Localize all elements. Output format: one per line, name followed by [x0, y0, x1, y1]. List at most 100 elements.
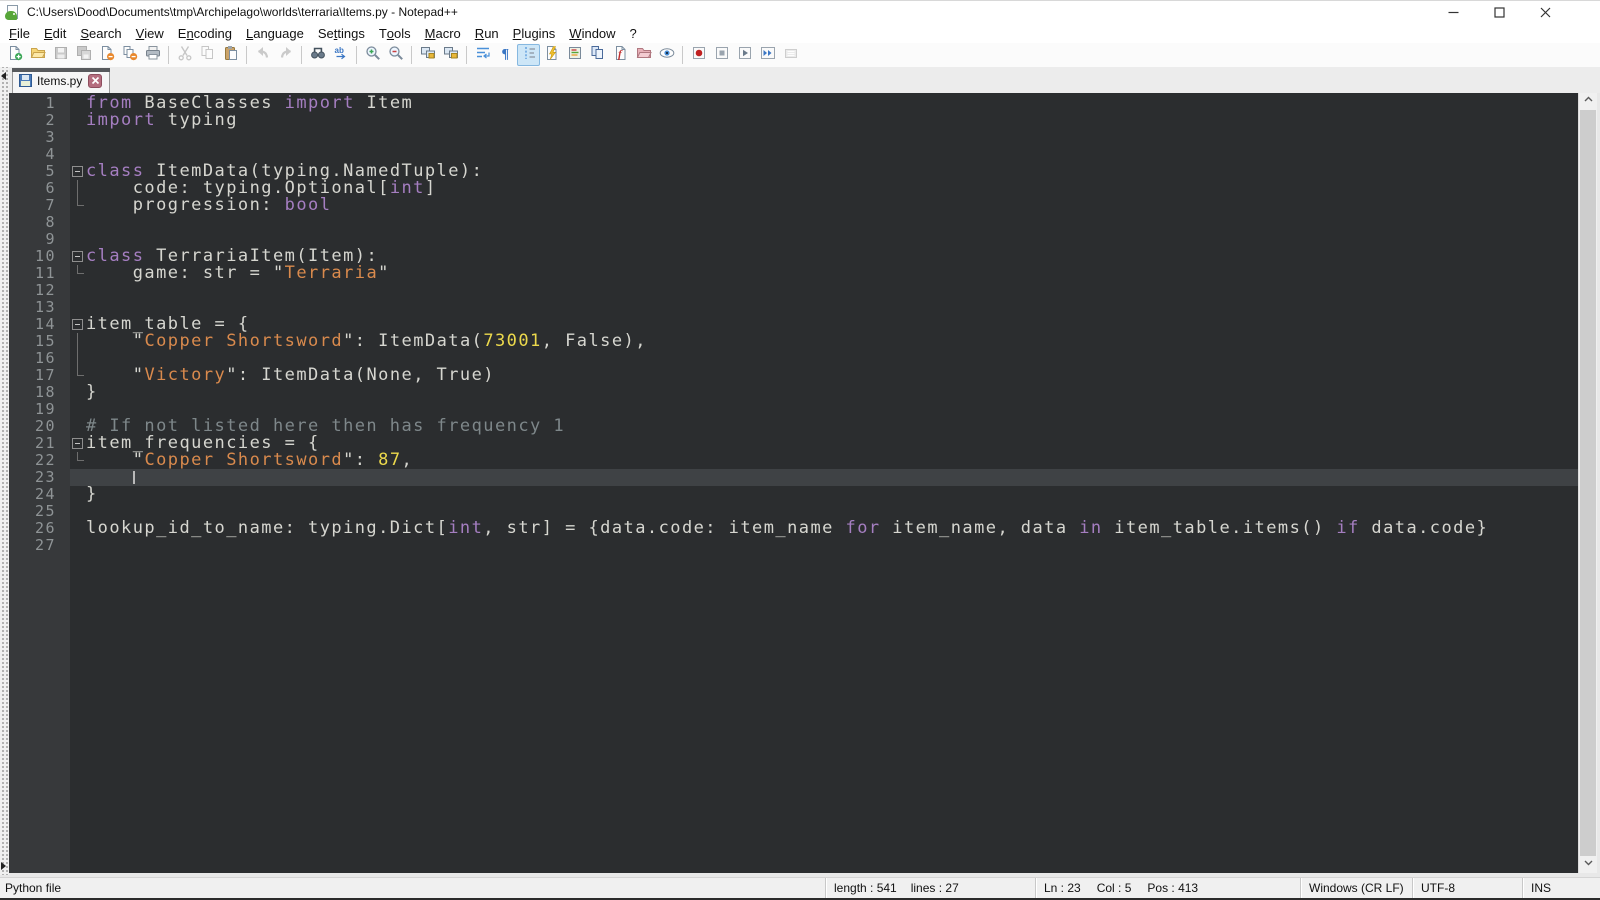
- menu-bar: FileEditSearchViewEncodingLanguageSettin…: [0, 23, 1600, 43]
- replace-button[interactable]: ab: [329, 44, 352, 66]
- open-button[interactable]: [26, 44, 49, 66]
- fold-margin: [70, 265, 86, 282]
- code-line-8[interactable]: 8: [9, 214, 1578, 231]
- menu-item-settings[interactable]: Settings: [311, 23, 372, 43]
- code-line-12[interactable]: 12: [9, 282, 1578, 299]
- zoom-in-button[interactable]: [361, 44, 384, 66]
- macro-stop-button[interactable]: [710, 44, 733, 66]
- fold-toggle[interactable]: [70, 163, 86, 180]
- code-line-15[interactable]: 15 "Copper Shortsword": ItemData(73001, …: [9, 333, 1578, 350]
- tab-bar: Items.py: [9, 67, 1600, 93]
- show-indent-guide-button[interactable]: [517, 44, 540, 66]
- function-list-button[interactable]: f: [609, 44, 632, 66]
- redo-button[interactable]: [274, 44, 297, 66]
- menu-item-plugins[interactable]: Plugins: [506, 23, 563, 43]
- tab-label: Items.py: [37, 74, 82, 88]
- fold-toggle[interactable]: [70, 316, 86, 333]
- zoom-out-button[interactable]: [384, 44, 407, 66]
- menu-item-macro[interactable]: Macro: [418, 23, 468, 43]
- close-icon: [91, 76, 100, 85]
- paste-button[interactable]: [219, 44, 242, 66]
- menu-item-file[interactable]: File: [2, 23, 37, 43]
- code-line-1[interactable]: 1from BaseClasses import Item: [9, 95, 1578, 112]
- fold-margin: [70, 418, 86, 435]
- folder-as-workspace-button[interactable]: [632, 44, 655, 66]
- find-button[interactable]: [306, 44, 329, 66]
- toolbar-separator: [462, 45, 471, 65]
- fold-margin: [70, 112, 86, 129]
- code-line-2[interactable]: 2import typing: [9, 112, 1578, 129]
- document-list-button[interactable]: [586, 44, 609, 66]
- menu-item-edit[interactable]: Edit: [37, 23, 73, 43]
- menu-item-window[interactable]: Window: [562, 23, 622, 43]
- maximize-button[interactable]: [1476, 1, 1522, 23]
- code-line-3[interactable]: 3: [9, 129, 1578, 146]
- menu-item-encoding[interactable]: Encoding: [171, 23, 239, 43]
- fold-margin: [70, 95, 86, 112]
- code-line-24[interactable]: 24}: [9, 486, 1578, 503]
- monitoring-button[interactable]: [655, 44, 678, 66]
- scroll-up-button[interactable]: [1579, 93, 1597, 110]
- cut-button[interactable]: [173, 44, 196, 66]
- code-line-23[interactable]: 23: [9, 469, 1578, 486]
- tab-close-button[interactable]: [88, 74, 102, 88]
- fold-toggle[interactable]: [70, 248, 86, 265]
- print-button[interactable]: [141, 44, 164, 66]
- vertical-scrollbar[interactable]: [1578, 93, 1597, 873]
- code-line-27[interactable]: 27: [9, 537, 1578, 554]
- menu-item-language[interactable]: Language: [239, 23, 311, 43]
- status-eol-format[interactable]: Windows (CR LF): [1300, 878, 1412, 898]
- toolbar-separator: [242, 45, 251, 65]
- undo-button[interactable]: [251, 44, 274, 66]
- sync-horizontal-scroll-icon: [443, 45, 459, 66]
- show-all-characters-button[interactable]: ¶: [494, 44, 517, 66]
- tab-items.py[interactable]: Items.py: [12, 68, 110, 93]
- menu-item-search[interactable]: Search: [73, 23, 128, 43]
- code-line-7[interactable]: 7 progression: bool: [9, 197, 1578, 214]
- close-window-button[interactable]: [1522, 1, 1568, 23]
- new-file-icon: [7, 45, 23, 66]
- status-insert-mode[interactable]: INS: [1522, 878, 1600, 898]
- editor-text-area[interactable]: 1from BaseClasses import Item2import typ…: [9, 93, 1578, 873]
- line-number: 19: [9, 401, 70, 418]
- copy-button[interactable]: [196, 44, 219, 66]
- code-line-26[interactable]: 26lookup_id_to_name: typing.Dict[int, st…: [9, 520, 1578, 537]
- scroll-down-button[interactable]: [1579, 856, 1597, 873]
- dock-collapse-right-icon[interactable]: [1, 862, 6, 870]
- define-language-button[interactable]: [540, 44, 563, 66]
- dock-panel-grip[interactable]: [0, 67, 9, 875]
- code-line-17[interactable]: 17 "Victory": ItemData(None, True): [9, 367, 1578, 384]
- toolbar-separator: [407, 45, 416, 65]
- macro-run-multiple-button[interactable]: [756, 44, 779, 66]
- macro-playback-button[interactable]: [733, 44, 756, 66]
- code-text: "Copper Shortsword": 87,: [86, 452, 413, 469]
- sync-vertical-scroll-button[interactable]: [416, 44, 439, 66]
- fold-toggle[interactable]: [70, 435, 86, 452]
- menu-item-run[interactable]: Run: [468, 23, 506, 43]
- menu-item-help[interactable]: ?: [623, 23, 644, 43]
- menu-item-view[interactable]: View: [129, 23, 171, 43]
- minimize-button[interactable]: [1430, 1, 1476, 23]
- save-all-button[interactable]: [72, 44, 95, 66]
- macro-record-button[interactable]: [687, 44, 710, 66]
- close-file-button[interactable]: [95, 44, 118, 66]
- scrollbar-thumb[interactable]: [1580, 110, 1596, 856]
- menu-item-tools[interactable]: Tools: [372, 23, 418, 43]
- word-wrap-button[interactable]: [471, 44, 494, 66]
- save-button[interactable]: [49, 44, 72, 66]
- save-all-icon: [76, 45, 92, 66]
- show-all-characters-icon: ¶: [498, 45, 514, 66]
- code-line-18[interactable]: 18}: [9, 384, 1578, 401]
- macro-save-button[interactable]: [779, 44, 802, 66]
- close-all-button[interactable]: [118, 44, 141, 66]
- minimize-icon: [1445, 4, 1462, 21]
- code-line-11[interactable]: 11 game: str = "Terraria": [9, 265, 1578, 282]
- new-file-button[interactable]: [3, 44, 26, 66]
- line-number: 11: [9, 265, 70, 282]
- dock-collapse-left-icon[interactable]: [1, 72, 6, 80]
- document-map-button[interactable]: [563, 44, 586, 66]
- sync-horizontal-scroll-button[interactable]: [439, 44, 462, 66]
- line-number: 3: [9, 129, 70, 146]
- status-encoding[interactable]: UTF-8: [1412, 878, 1522, 898]
- code-line-22[interactable]: 22 "Copper Shortsword": 87,: [9, 452, 1578, 469]
